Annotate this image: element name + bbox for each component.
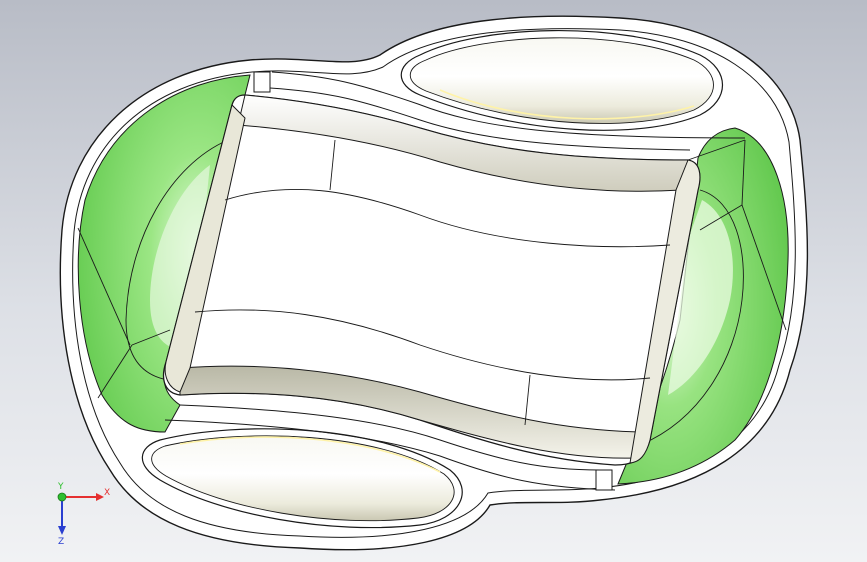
cad-viewport[interactable]: X Y Z [0, 0, 867, 562]
top-rib-notch [253, 71, 271, 93]
triad-x-label: X [104, 488, 110, 498]
triad-y-label: Y [57, 482, 64, 492]
model-canvas: X Y Z [0, 0, 867, 562]
bottom-rib-notch [595, 469, 613, 491]
triad-z-label: Z [58, 537, 64, 547]
triad-y-origin [57, 492, 67, 502]
